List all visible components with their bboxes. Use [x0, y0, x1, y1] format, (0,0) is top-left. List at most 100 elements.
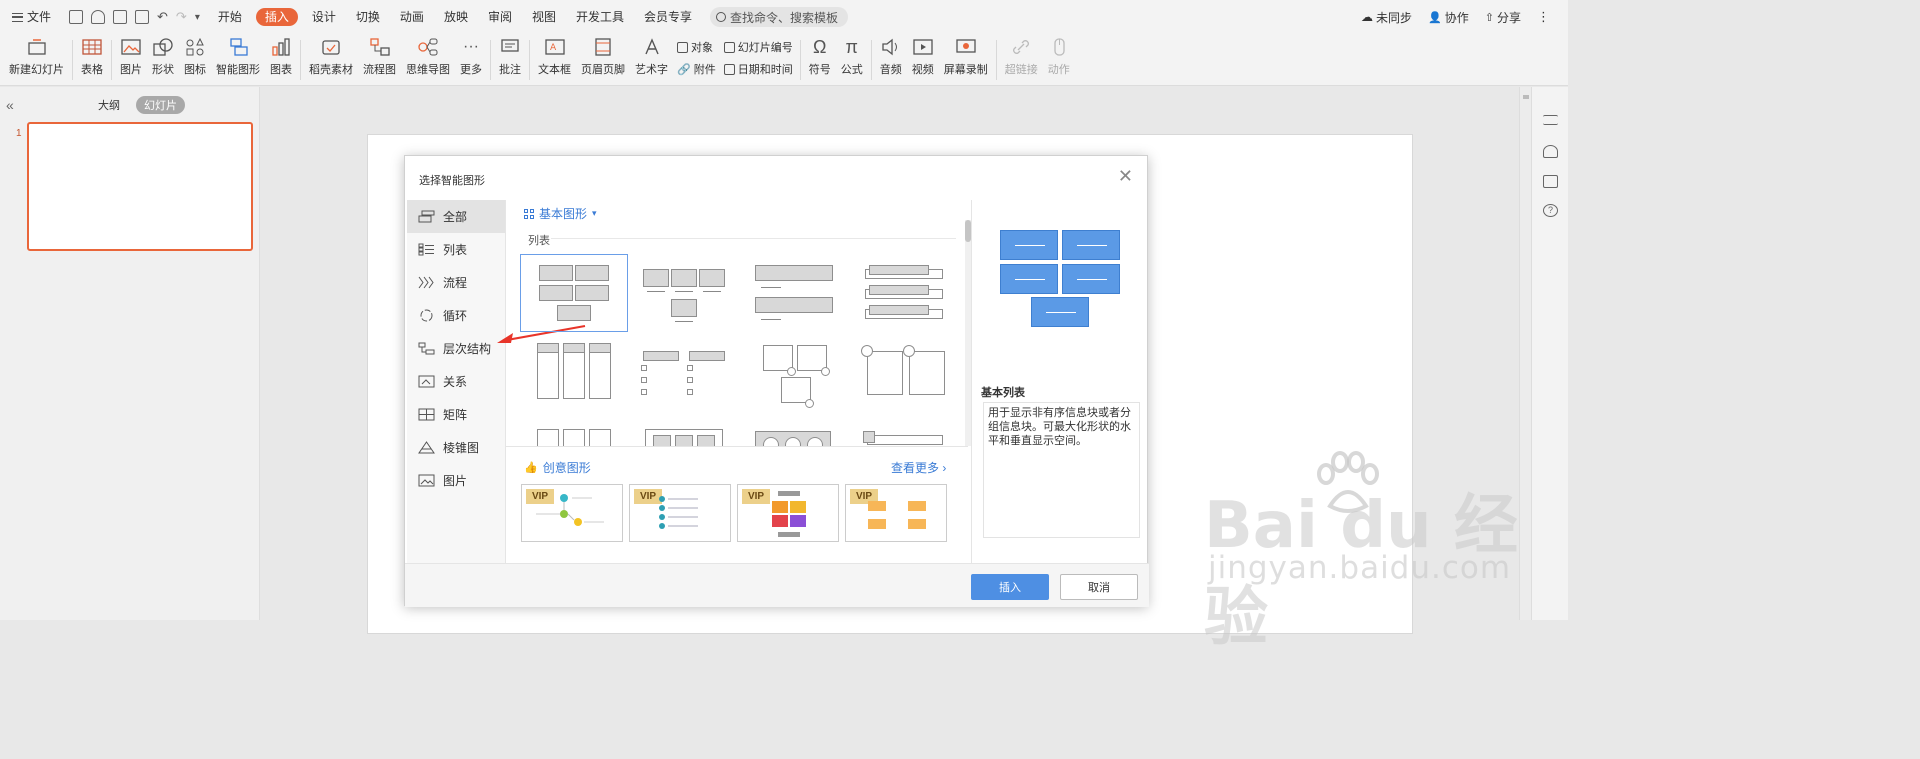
close-icon[interactable]: ✕ [1118, 166, 1133, 186]
insert-button[interactable]: 插入 [971, 574, 1049, 600]
scroll-up-icon[interactable] [1523, 95, 1529, 99]
material-button[interactable]: 稻壳素材 [304, 34, 358, 86]
screen-record-button[interactable]: 屏幕录制 [939, 34, 993, 86]
tab-view[interactable]: 视图 [522, 0, 566, 34]
slide-number-button[interactable]: 幻灯片编号 [723, 39, 793, 55]
format-painter-icon[interactable] [91, 10, 106, 24]
formula-button[interactable]: π 公式 [836, 34, 868, 86]
category-process[interactable]: 流程 [407, 266, 505, 299]
symbol-button[interactable]: Ω 符号 [804, 34, 836, 86]
properties-icon[interactable] [1543, 115, 1558, 125]
creative-template-4[interactable]: VIP [845, 484, 947, 542]
ribbon-divider [799, 40, 801, 80]
picture-button[interactable]: 图片 [115, 34, 147, 86]
category-hierarchy[interactable]: 层次结构 [407, 332, 505, 365]
tab-outline[interactable]: 大纲 [90, 96, 128, 114]
smartart-list-3[interactable] [744, 254, 852, 332]
collapse-icon[interactable]: « [6, 97, 14, 113]
preview-block [1000, 264, 1058, 294]
category-cycle[interactable]: 循环 [407, 299, 505, 332]
sync-button[interactable]: ☁ 未同步 [1361, 9, 1412, 26]
mindmap-button[interactable]: 思维导图 [401, 34, 455, 86]
smartart-list-5[interactable] [520, 340, 628, 418]
all-icon [418, 210, 435, 223]
smartart-basic-list[interactable] [520, 254, 628, 332]
hyperlink-button[interactable]: 超链接 [1000, 34, 1043, 86]
tab-animation[interactable]: 动画 [390, 0, 434, 34]
action-button[interactable]: 动作 [1043, 34, 1075, 86]
slides-icon[interactable] [1543, 175, 1558, 188]
category-list: 全部 列表 流程 循环 层次结构 关系 矩阵 棱锥图 图片 [407, 200, 505, 563]
more-options-icon[interactable]: ⋮ [1537, 9, 1550, 25]
icon-button[interactable]: 图标 [179, 34, 211, 86]
smartart-list-2[interactable] [632, 254, 740, 332]
object-button[interactable]: 对象 [677, 39, 716, 55]
smartart-button[interactable]: 智能图形 [211, 34, 265, 86]
smartart-list-9[interactable] [520, 426, 628, 446]
flowchart-button[interactable]: 流程图 [358, 34, 401, 86]
search-input[interactable]: 查找命令、搜索模板 [710, 7, 849, 27]
file-menu[interactable]: 文件 [0, 0, 61, 34]
ribbon-divider [995, 40, 997, 80]
slide-thumbnail[interactable] [27, 122, 253, 251]
tab-design[interactable]: 设计 [302, 0, 346, 34]
smartart-list-8[interactable] [856, 340, 964, 418]
smartart-list-7[interactable] [744, 340, 852, 418]
category-pyramid[interactable]: 棱锥图 [407, 431, 505, 464]
tab-insert[interactable]: 插入 [255, 8, 298, 26]
print-preview-icon[interactable] [135, 10, 150, 24]
smartart-list-11[interactable] [744, 426, 852, 446]
tab-developer[interactable]: 开发工具 [566, 0, 634, 34]
creative-template-2[interactable]: VIP [629, 484, 731, 542]
tab-transition[interactable]: 切换 [346, 0, 390, 34]
wordart-button[interactable]: 艺术字 [630, 34, 673, 86]
tab-member[interactable]: 会员专享 [634, 0, 702, 34]
see-more-link[interactable]: 查看更多 › [891, 459, 946, 476]
ribbon: 新建幻灯片 表格 图片 形状 图标 智能图形 图表 稻壳素材 流程图 思维导图 … [0, 34, 1568, 86]
category-picture[interactable]: 图片 [407, 464, 505, 497]
shape-button[interactable]: 形状 [147, 34, 179, 86]
comment-button[interactable]: 批注 [494, 34, 526, 86]
relation-icon [418, 375, 435, 388]
creative-template-1[interactable]: VIP [521, 484, 623, 542]
cloud-icon: ☁ [1361, 10, 1374, 24]
pin-icon[interactable] [1543, 145, 1558, 158]
category-all[interactable]: 全部 [407, 200, 505, 233]
textbox-button[interactable]: A 文本框 [533, 34, 576, 86]
smartart-list-4[interactable] [856, 254, 964, 332]
help-icon[interactable]: ? [1543, 204, 1558, 217]
creative-template-3[interactable]: VIP [737, 484, 839, 542]
chart-button[interactable]: 图表 [265, 34, 297, 86]
print-icon[interactable] [113, 10, 128, 24]
cancel-button[interactable]: 取消 [1060, 574, 1138, 600]
undo-icon[interactable]: ↶ [157, 9, 168, 25]
more-button[interactable]: ··· 更多 [455, 34, 487, 86]
audio-button[interactable]: 音频 [875, 34, 907, 86]
datetime-button[interactable]: 日期和时间 [723, 61, 793, 77]
header-footer-button[interactable]: 页眉页脚 [576, 34, 630, 86]
smartart-list-12[interactable] [856, 426, 964, 446]
top-right-actions: ☁ 未同步 👤 协作 ⇧ 分享 ⋮ [1361, 0, 1568, 34]
table-button[interactable]: 表格 [76, 34, 108, 86]
video-button[interactable]: 视频 [907, 34, 939, 86]
share-button[interactable]: ⇧ 分享 [1485, 9, 1521, 26]
attachment-button[interactable]: 🔗 附件 [677, 61, 716, 77]
new-slide-button[interactable]: 新建幻灯片 [4, 34, 69, 86]
customize-icon[interactable]: ▾ [195, 12, 200, 23]
vertical-scrollbar[interactable] [1519, 87, 1531, 620]
category-list-item[interactable]: 列表 [407, 233, 505, 266]
category-relation[interactable]: 关系 [407, 365, 505, 398]
tab-review[interactable]: 审阅 [478, 0, 522, 34]
tab-start[interactable]: 开始 [208, 0, 252, 34]
smartart-list-10[interactable] [632, 426, 740, 446]
smartart-list-6[interactable] [632, 340, 740, 418]
share-icon: ⇧ [1484, 11, 1494, 24]
preview-description: 用于显示非有序信息块或者分组信息块。可最大化形状的水平和垂直显示空间。 [983, 402, 1140, 538]
redo-icon[interactable]: ↷ [176, 9, 187, 25]
collab-button[interactable]: 👤 协作 [1428, 9, 1469, 26]
save-icon[interactable] [69, 10, 84, 24]
tab-slideshow[interactable]: 放映 [434, 0, 478, 34]
gallery-filter-dropdown[interactable]: 基本图形 ▾ [524, 205, 597, 222]
category-matrix[interactable]: 矩阵 [407, 398, 505, 431]
tab-slides[interactable]: 幻灯片 [136, 96, 185, 114]
